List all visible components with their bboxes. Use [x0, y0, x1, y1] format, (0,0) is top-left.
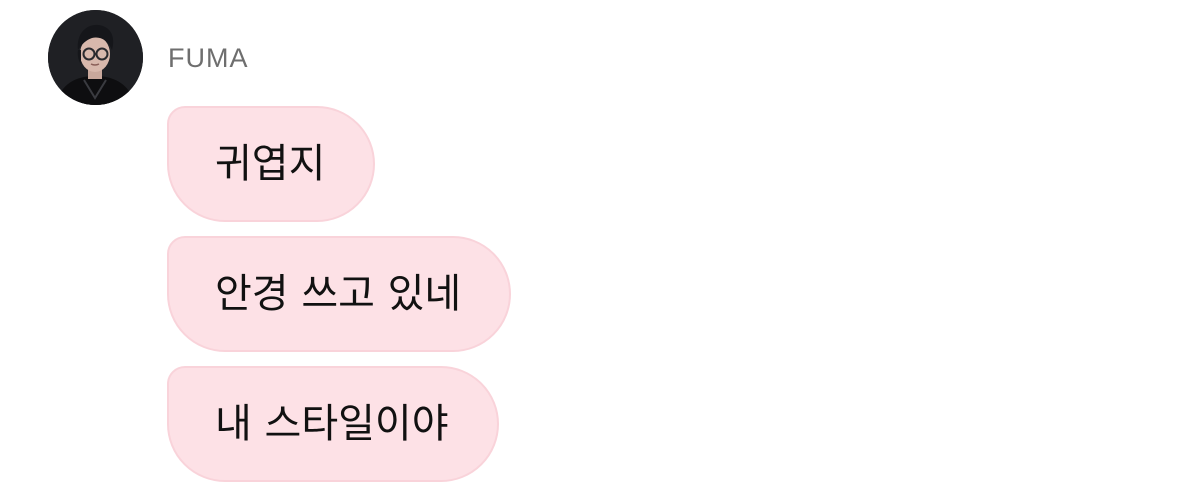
sender-name: FUMA [168, 43, 249, 73]
avatar[interactable] [48, 10, 143, 105]
avatar-image [48, 10, 143, 105]
message-text: 귀엽지 [215, 141, 326, 187]
message-bubble[interactable]: 안경 쓰고 있네 [167, 236, 512, 352]
message-bubble[interactable]: 내 스타일이야 [167, 366, 499, 482]
message-text: 내 스타일이야 [215, 401, 449, 447]
message-group: 귀엽지 안경 쓰고 있네 내 스타일이야 [167, 106, 512, 482]
message-text: 안경 쓰고 있네 [215, 271, 462, 317]
message-bubble[interactable]: 귀엽지 [167, 106, 376, 222]
